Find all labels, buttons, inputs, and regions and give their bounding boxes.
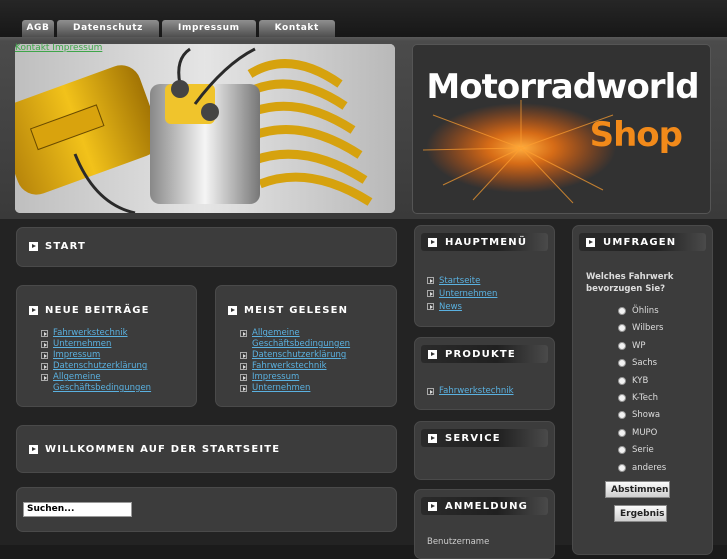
bullet-arrow-icon xyxy=(240,352,247,359)
produkte-title: PRODUKTE xyxy=(421,345,548,363)
bullet-arrow-icon xyxy=(240,363,247,370)
produkte-list: Fahrwerkstechnik xyxy=(427,386,514,397)
nav-agb[interactable]: AGB xyxy=(22,20,54,37)
poll-option[interactable]: anderes xyxy=(618,463,666,473)
list-item[interactable]: Allgemeine Geschäftsbedingungen xyxy=(41,372,186,394)
results-button[interactable]: Ergebnis xyxy=(614,505,667,522)
welcome-title: WILLKOMMEN AUF DER STARTSEITE xyxy=(29,444,280,455)
arrow-right-icon xyxy=(29,306,38,315)
radio-button[interactable] xyxy=(618,464,626,472)
bullet-arrow-icon xyxy=(240,330,247,337)
top-bar: AGB Datenschutz Impressum Kontakt xyxy=(0,0,727,40)
nav-kontakt[interactable]: Kontakt xyxy=(258,20,335,37)
meist-gelesen-list: Allgemeine Geschäftsbedingungen Datensch… xyxy=(240,328,385,394)
list-item[interactable]: Datenschutzerklärung xyxy=(240,350,385,361)
radio-button[interactable] xyxy=(618,307,626,315)
shock-absorber-image xyxy=(15,44,395,213)
neue-beitraege-box: NEUE BEITRÄGE Fahrwerkstechnik Unternehm… xyxy=(16,285,197,407)
radio-button[interactable] xyxy=(618,411,626,419)
produkte-box: PRODUKTE Fahrwerkstechnik xyxy=(414,337,555,410)
bullet-arrow-icon xyxy=(41,341,48,348)
arrow-right-icon xyxy=(228,306,237,315)
hero-image xyxy=(15,44,395,213)
radio-button[interactable] xyxy=(618,324,626,332)
poll-option[interactable]: KYB xyxy=(618,376,648,386)
umfragen-title: UMFRAGEN xyxy=(579,233,706,251)
meist-gelesen-box: MEIST GELESEN Allgemeine Geschäftsbeding… xyxy=(215,285,397,407)
logo-area: Motorradworld Shop xyxy=(412,44,711,214)
bullet-arrow-icon xyxy=(427,303,434,310)
nav-datenschutz[interactable]: Datenschutz xyxy=(57,20,160,37)
list-item[interactable]: Unternehmen xyxy=(240,383,385,394)
list-item[interactable]: Allgemeine Geschäftsbedingungen xyxy=(240,328,385,350)
arrow-right-icon xyxy=(428,501,437,511)
meist-gelesen-title: MEIST GELESEN xyxy=(228,305,348,316)
menu-item-unternehmen[interactable]: Unternehmen xyxy=(427,288,497,301)
menu-item-fahrwerkstechnik[interactable]: Fahrwerkstechnik xyxy=(427,386,514,397)
radio-button[interactable] xyxy=(618,394,626,402)
poll-option[interactable]: Serie xyxy=(618,445,654,455)
bullet-arrow-icon xyxy=(427,277,434,284)
welcome-box: WILLKOMMEN AUF DER STARTSEITE xyxy=(16,425,397,473)
poll-option[interactable]: Öhlins xyxy=(618,306,659,316)
logo-subtitle: Shop xyxy=(589,115,683,155)
poll-option[interactable]: WP xyxy=(618,341,646,351)
arrow-right-icon xyxy=(428,237,437,247)
menu-item-news[interactable]: News xyxy=(427,301,497,314)
anmeldung-title: ANMELDUNG xyxy=(421,497,548,515)
logo-title: Motorradworld xyxy=(426,67,699,107)
top-link[interactable]: Kontakt Impressum xyxy=(15,43,102,53)
arrow-right-icon xyxy=(428,349,437,359)
radio-button[interactable] xyxy=(618,429,626,437)
bullet-arrow-icon xyxy=(41,330,48,337)
poll-option[interactable]: MUPO xyxy=(618,428,657,438)
start-box: START xyxy=(16,227,397,267)
anmeldung-box: ANMELDUNG xyxy=(414,489,555,559)
arrow-right-icon xyxy=(29,445,38,454)
radio-button[interactable] xyxy=(618,446,626,454)
menu-item-startseite[interactable]: Startseite xyxy=(427,275,497,288)
bullet-arrow-icon xyxy=(41,363,48,370)
list-item[interactable]: Fahrwerkstechnik xyxy=(41,328,186,339)
bullet-arrow-icon xyxy=(240,374,247,381)
username-label: Benutzername xyxy=(427,537,490,547)
poll-question: Welches Fahrwerk bevorzugen Sie? xyxy=(586,272,674,294)
arrow-right-icon xyxy=(29,242,38,251)
arrow-right-icon xyxy=(586,237,595,247)
search-input[interactable]: Suchen... xyxy=(23,502,132,517)
bullet-arrow-icon xyxy=(240,385,247,392)
bullet-arrow-icon xyxy=(41,352,48,359)
list-item[interactable]: Unternehmen xyxy=(41,339,186,350)
radio-button[interactable] xyxy=(618,359,626,367)
list-item[interactable]: Impressum xyxy=(240,372,385,383)
top-nav: AGB Datenschutz Impressum Kontakt xyxy=(22,20,335,37)
list-item[interactable]: Impressum xyxy=(41,350,186,361)
service-box: SERVICE xyxy=(414,421,555,480)
radio-button[interactable] xyxy=(618,342,626,350)
bullet-arrow-icon xyxy=(41,374,48,381)
poll-option[interactable]: Wilbers xyxy=(618,323,664,333)
list-item[interactable]: Datenschutzerklärung xyxy=(41,361,186,372)
radio-button[interactable] xyxy=(618,377,626,385)
neue-beitraege-list: Fahrwerkstechnik Unternehmen Impressum D… xyxy=(41,328,186,394)
poll-option[interactable]: Sachs xyxy=(618,358,657,368)
poll-option[interactable]: K-Tech xyxy=(618,393,658,403)
vote-button[interactable]: Abstimmen xyxy=(605,481,670,498)
arrow-right-icon xyxy=(428,433,437,443)
hauptmenu-box: HAUPTMENÜ Startseite Unternehmen News xyxy=(414,225,555,327)
hauptmenu-list: Startseite Unternehmen News xyxy=(427,275,497,314)
bullet-arrow-icon xyxy=(427,290,434,297)
bullet-arrow-icon xyxy=(427,388,434,395)
service-title: SERVICE xyxy=(421,429,548,447)
neue-beitraege-title: NEUE BEITRÄGE xyxy=(29,305,150,316)
nav-impressum[interactable]: Impressum xyxy=(162,20,256,37)
hauptmenu-title: HAUPTMENÜ xyxy=(421,233,548,251)
start-title: START xyxy=(29,241,86,252)
poll-option[interactable]: Showa xyxy=(618,410,660,420)
list-item[interactable]: Fahrwerkstechnik xyxy=(240,361,385,372)
